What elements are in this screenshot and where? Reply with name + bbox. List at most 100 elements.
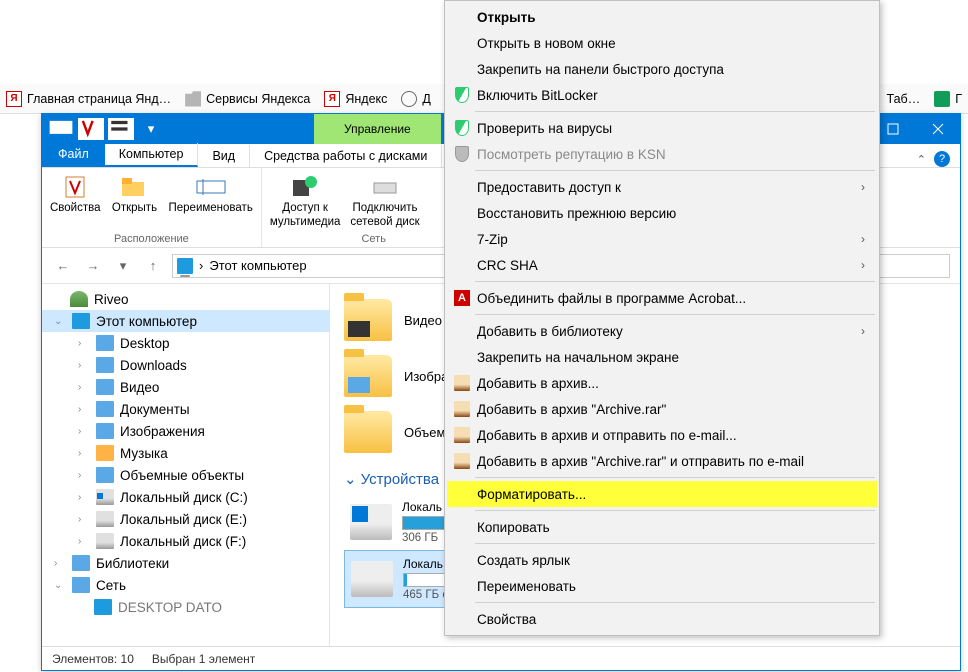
menu-add-to-library[interactable]: Добавить в библиотеку› (447, 318, 877, 344)
tree-video[interactable]: ›Видео (42, 376, 329, 398)
ribbon-group-location-label: Расположение (114, 233, 189, 245)
tree-drive-e[interactable]: ›Локальный диск (E:) (42, 508, 329, 530)
nav-history-dropdown[interactable]: ▾ (112, 255, 134, 277)
qat-dropdown-icon[interactable] (108, 118, 134, 140)
qat-properties-icon[interactable] (78, 118, 104, 140)
tree-drive-f[interactable]: ›Локальный диск (F:) (42, 530, 329, 552)
tab-view[interactable]: Вид (198, 145, 250, 167)
menu-create-shortcut[interactable]: Создать ярлык (447, 547, 877, 573)
menu-share[interactable]: Предоставить доступ к› (447, 174, 877, 200)
ribbon-group-network-label: Сеть (361, 233, 385, 245)
ribbon-rename-button[interactable]: Переименовать (169, 174, 253, 214)
pc-icon (177, 258, 193, 274)
shield-icon (453, 145, 471, 163)
nav-up-button[interactable]: ↑ (142, 255, 164, 277)
ribbon-properties-button[interactable]: Свойства (50, 174, 101, 214)
tree-this-pc[interactable]: ⌄Этот компьютер (42, 310, 329, 332)
pc-icon (72, 313, 90, 329)
menu-pin-start[interactable]: Закрепить на начальном экране (447, 344, 877, 370)
folder-icon (185, 91, 201, 107)
tree-libraries[interactable]: ›Библиотеки (42, 552, 329, 574)
tree-3d-objects[interactable]: ›Объемные объекты (42, 464, 329, 486)
menu-restore-version[interactable]: Восстановить прежнюю версию (447, 200, 877, 226)
titlebar-app-icon[interactable] (48, 118, 74, 140)
bookmark-yandex-services[interactable]: Сервисы Яндекса (185, 91, 310, 107)
objects-3d-icon (96, 467, 114, 483)
user-icon (70, 291, 88, 307)
context-menu: Открыть Открыть в новом окне Закрепить н… (444, 0, 880, 636)
winrar-icon (453, 400, 471, 418)
menu-archive-rar-email[interactable]: Добавить в архив "Archive.rar" и отправи… (447, 448, 877, 474)
address-text: Этот компьютер (209, 258, 306, 273)
menu-ksn[interactable]: Посмотреть репутацию в KSN (447, 141, 877, 167)
yandex-icon: Я (6, 91, 22, 107)
tab-drive-tools[interactable]: Средства работы с дисками (250, 145, 442, 167)
yandex-icon: Я (324, 91, 340, 107)
tree-documents[interactable]: ›Документы (42, 398, 329, 420)
tree-music[interactable]: ›Музыка (42, 442, 329, 464)
libraries-icon (72, 555, 90, 571)
menu-format[interactable]: Форматировать... (447, 481, 877, 507)
music-icon (96, 445, 114, 461)
menu-7zip[interactable]: 7-Zip› (447, 226, 877, 252)
tab-file[interactable]: Файл (42, 143, 105, 167)
ribbon-netdrive-button[interactable]: Подключитьсетевой диск (350, 174, 419, 228)
nav-forward-button[interactable]: → (82, 255, 104, 277)
menu-pin-quick-access[interactable]: Закрепить на панели быстрого доступа (447, 56, 877, 82)
tree-network-pc[interactable]: DESKTOP DATO (42, 596, 329, 618)
chevron-right-icon: › (861, 258, 865, 272)
video-icon (96, 379, 114, 395)
menu-crc-sha[interactable]: CRC SHA› (447, 252, 877, 278)
menu-open[interactable]: Открыть (447, 4, 877, 30)
tab-computer[interactable]: Компьютер (105, 143, 199, 167)
winrar-icon (453, 426, 471, 444)
bookmark-yandex-main[interactable]: ЯГлавная страница Янд… (6, 91, 171, 107)
menu-acrobat[interactable]: AОбъединить файлы в программе Acrobat... (447, 285, 877, 311)
qat-chevron-icon[interactable]: ▾ (138, 118, 164, 140)
collapse-ribbon-icon[interactable]: ⌃ (917, 153, 926, 166)
acrobat-icon: A (453, 289, 471, 307)
ribbon-open-button[interactable]: Открыть (111, 174, 159, 214)
winrar-icon (453, 452, 471, 470)
chevron-right-icon: › (861, 232, 865, 246)
menu-rename[interactable]: Переименовать (447, 573, 877, 599)
help-icon[interactable]: ? (934, 151, 950, 167)
images-icon (96, 423, 114, 439)
tree-downloads[interactable]: ›Downloads (42, 354, 329, 376)
bookmark-globe[interactable]: Д (401, 91, 430, 107)
nav-back-button[interactable]: ← (52, 255, 74, 277)
sheets-icon (934, 91, 950, 107)
globe-icon (401, 91, 417, 107)
ribbon-media-button[interactable]: Доступ кмультимедиа (270, 174, 341, 228)
winrar-icon (453, 374, 471, 392)
drive-icon (351, 561, 393, 597)
bookmark-tab[interactable]: Таб… (887, 92, 921, 106)
menu-archive-email[interactable]: Добавить в архив и отправить по e-mail..… (447, 422, 877, 448)
tree-network[interactable]: ⌄Сеть (42, 574, 329, 596)
menu-open-new-window[interactable]: Открыть в новом окне (447, 30, 877, 56)
tree-desktop[interactable]: ›Desktop (42, 332, 329, 354)
menu-properties[interactable]: Свойства (447, 606, 877, 632)
menu-copy[interactable]: Копировать (447, 514, 877, 540)
bookmark-sheets[interactable]: Г (934, 91, 962, 107)
menu-virus-scan[interactable]: Проверить на вирусы (447, 115, 877, 141)
drive-icon (96, 489, 114, 505)
navigation-tree[interactable]: Riveo ⌄Этот компьютер ›Desktop ›Download… (42, 284, 330, 646)
drive-icon (350, 504, 392, 540)
status-count: Элементов: 10 (52, 652, 134, 666)
ribbon-context-manage[interactable]: Управление (314, 114, 441, 144)
tree-user[interactable]: Riveo (42, 288, 329, 310)
menu-add-archive[interactable]: Добавить в архив... (447, 370, 877, 396)
pc-icon (94, 599, 112, 615)
network-icon (72, 577, 90, 593)
shield-icon (453, 86, 471, 104)
bookmark-yandex[interactable]: ЯЯндекс (324, 91, 387, 107)
shield-icon (453, 119, 471, 137)
menu-add-archive-rar[interactable]: Добавить в архив "Archive.rar" (447, 396, 877, 422)
chevron-right-icon: › (861, 324, 865, 338)
drive-icon (96, 533, 114, 549)
close-button[interactable] (915, 114, 960, 144)
tree-drive-c[interactable]: ›Локальный диск (C:) (42, 486, 329, 508)
menu-bitlocker[interactable]: Включить BitLocker (447, 82, 877, 108)
tree-images[interactable]: ›Изображения (42, 420, 329, 442)
